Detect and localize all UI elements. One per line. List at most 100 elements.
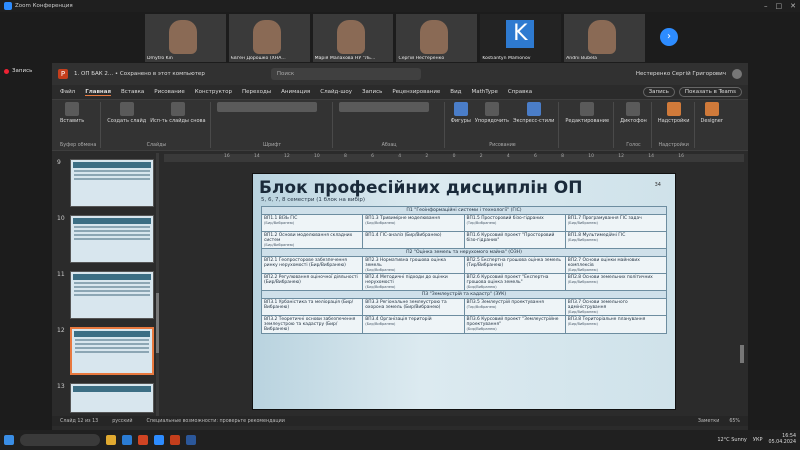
clock[interactable]: 16:54 05.04.2024 xyxy=(769,434,796,446)
chrome-icon[interactable] xyxy=(138,435,148,445)
slide-canvas[interactable]: Блок професійних дисциплін ОП 5, 6, 7, 8… xyxy=(252,173,676,410)
slide-thumbnail[interactable] xyxy=(70,383,154,413)
next-participants-button[interactable]: › xyxy=(660,28,678,46)
tab-draw[interactable]: Рисование xyxy=(154,89,184,95)
tab-file[interactable]: Файл xyxy=(60,89,75,95)
edge-icon[interactable] xyxy=(122,435,132,445)
zoom-icon[interactable] xyxy=(154,435,164,445)
participant-tile[interactable]: Марія Малахова НУ "Ль... xyxy=(312,14,394,62)
group-label: Голос xyxy=(626,143,641,148)
ribbon-toolbar: Вставить Буфер обмена Создать слайд Исп-… xyxy=(52,99,748,151)
powerpoint-icon[interactable] xyxy=(170,435,180,445)
tab-animations[interactable]: Анимация xyxy=(281,89,310,95)
quick-styles-label: Экспресс-стили xyxy=(512,118,555,124)
tab-mathtype[interactable]: MathType xyxy=(471,89,497,95)
participant-name: Andrii Bubela xyxy=(566,56,597,61)
notes-button[interactable]: Заметки xyxy=(698,419,719,424)
group-label: Абзац xyxy=(381,143,397,148)
record-button[interactable]: Запись xyxy=(642,87,675,97)
maximize-icon[interactable]: □ xyxy=(776,2,783,10)
slides-group: Создать слайд Исп-ть слайды снова Слайды xyxy=(103,102,211,148)
tab-record[interactable]: Запись xyxy=(362,89,382,95)
editing-button[interactable]: Редактирование xyxy=(565,102,609,124)
tab-review[interactable]: Рецензирование xyxy=(392,89,440,95)
word-icon[interactable] xyxy=(186,435,196,445)
tab-help[interactable]: Справка xyxy=(508,89,532,95)
participant-tile[interactable]: Сергій Нестеренко xyxy=(396,14,478,62)
table-cell: ВП1.3 Тривимірне моделювання (Бир/Вибране… xyxy=(362,214,465,232)
present-in-teams-button[interactable]: Показать в Teams xyxy=(678,87,742,97)
participant-video xyxy=(336,20,365,54)
table-cell: ВП1.6 Курсовий проект "Просторовий бізо-… xyxy=(463,231,566,249)
participant-tile[interactable]: K Kostiantyn Mamonov xyxy=(480,14,562,62)
file-explorer-icon[interactable] xyxy=(106,435,116,445)
participant-video xyxy=(420,20,449,54)
slide-thumbnails-pane: 9 10 11 12 13 xyxy=(52,153,160,418)
microphone-icon xyxy=(626,102,641,116)
windows-start-icon[interactable] xyxy=(4,435,14,445)
shapes-icon xyxy=(453,102,468,116)
group-label: Рисование xyxy=(489,143,516,148)
reuse-slides-button[interactable]: Исп-ть слайды снова xyxy=(150,102,206,124)
language-indicator[interactable]: русский xyxy=(112,419,132,424)
font-selector[interactable] xyxy=(216,102,317,112)
slide-thumbnail[interactable] xyxy=(70,271,154,319)
windows-taskbar: 12°C Sunny УКР 16:54 05.04.2024 xyxy=(0,430,800,450)
tab-insert[interactable]: Вставка xyxy=(121,89,144,95)
tab-view[interactable]: Вид xyxy=(450,89,461,95)
close-icon[interactable]: ✕ xyxy=(790,2,796,10)
table-cell: ВП1.2 Основи моделювання складних систем… xyxy=(260,231,364,249)
clipboard-group: Вставить Буфер обмена xyxy=(56,102,102,148)
zoom-level[interactable]: 65% xyxy=(729,419,740,424)
user-name[interactable]: Нестеренко Сергій Григорович xyxy=(636,71,726,77)
thumb-number: 11 xyxy=(57,271,65,278)
dictate-button[interactable]: Диктофон xyxy=(620,102,647,124)
tab-transitions[interactable]: Переходы xyxy=(242,89,271,95)
participant-video-strip: Dmytro Kin Євген Дорошко (ХНА... Марія М… xyxy=(145,14,645,62)
weather-widget[interactable]: 12°C Sunny xyxy=(717,437,747,443)
slide-title[interactable]: Блок професійних дисциплін ОП xyxy=(259,178,583,198)
search-box[interactable]: Поиск xyxy=(270,68,421,80)
scrollbar-thumb[interactable] xyxy=(156,293,159,353)
disciplines-table[interactable]: П1 "Геоінформаційні системи і технології… xyxy=(260,206,668,334)
shapes-button[interactable]: Фигуры xyxy=(451,102,471,124)
shapes-label: Фигуры xyxy=(450,118,471,124)
designer-group: Designer xyxy=(697,102,727,148)
paragraph-controls[interactable] xyxy=(338,102,429,112)
language-indicator[interactable]: УКР xyxy=(753,437,763,443)
addins-label: Надстройки xyxy=(657,118,690,124)
thumbnails-scrollbar[interactable] xyxy=(156,153,159,418)
editor-scrollbar[interactable] xyxy=(740,345,744,363)
paste-button[interactable]: Вставить xyxy=(60,102,84,124)
system-tray: 12°C Sunny УКР 16:54 05.04.2024 xyxy=(717,434,796,446)
slide-thumbnail[interactable] xyxy=(70,215,154,263)
addins-button[interactable]: Надстройки xyxy=(658,102,690,124)
taskbar-search[interactable] xyxy=(20,434,100,446)
table-cell: ВП3.4 Організація територій (Бир/Вибранею… xyxy=(362,315,465,334)
recording-indicator[interactable]: Запись xyxy=(4,68,32,74)
dictate-label: Диктофон xyxy=(620,118,647,124)
arrange-icon xyxy=(484,102,499,116)
slide-subtitle[interactable]: 5, 6, 7, 8 семестри (1 блок на вибір) xyxy=(261,197,365,203)
designer-button[interactable]: Designer xyxy=(701,102,723,124)
minimize-icon[interactable]: – xyxy=(764,2,768,10)
avatar[interactable] xyxy=(732,69,742,79)
addins-group: Надстройки Надстройки xyxy=(654,102,695,148)
tab-design[interactable]: Конструктор xyxy=(195,89,232,95)
new-slide-button[interactable]: Создать слайд xyxy=(107,102,146,124)
table-cell: ВП1.8 Мультимедійні ГІС (Бир/Вибранею) xyxy=(564,231,668,249)
slide-thumbnail-selected[interactable] xyxy=(70,327,154,375)
participant-tile[interactable]: Dmytro Kin xyxy=(145,14,226,62)
slide-thumbnail[interactable] xyxy=(70,159,154,207)
tab-slideshow[interactable]: Слайд-шоу xyxy=(320,89,352,95)
arrange-button[interactable]: Упорядочить xyxy=(475,102,509,124)
table-cell: ВП2.7 Основи оцінки майнових комплексів(… xyxy=(564,256,668,274)
participant-tile[interactable]: Andrii Bubela xyxy=(564,14,645,62)
editing-group: Редактирование xyxy=(561,102,615,148)
slide-counter: Слайд 12 из 13 xyxy=(60,418,99,424)
participant-tile[interactable]: Євген Дорошко (ХНА... xyxy=(228,14,310,62)
quick-styles-button[interactable]: Экспресс-стили xyxy=(513,102,554,124)
participant-video xyxy=(169,20,197,54)
accessibility-status[interactable]: Специальные возможности: проверьте реком… xyxy=(147,419,285,424)
tab-home[interactable]: Главная xyxy=(85,89,111,96)
